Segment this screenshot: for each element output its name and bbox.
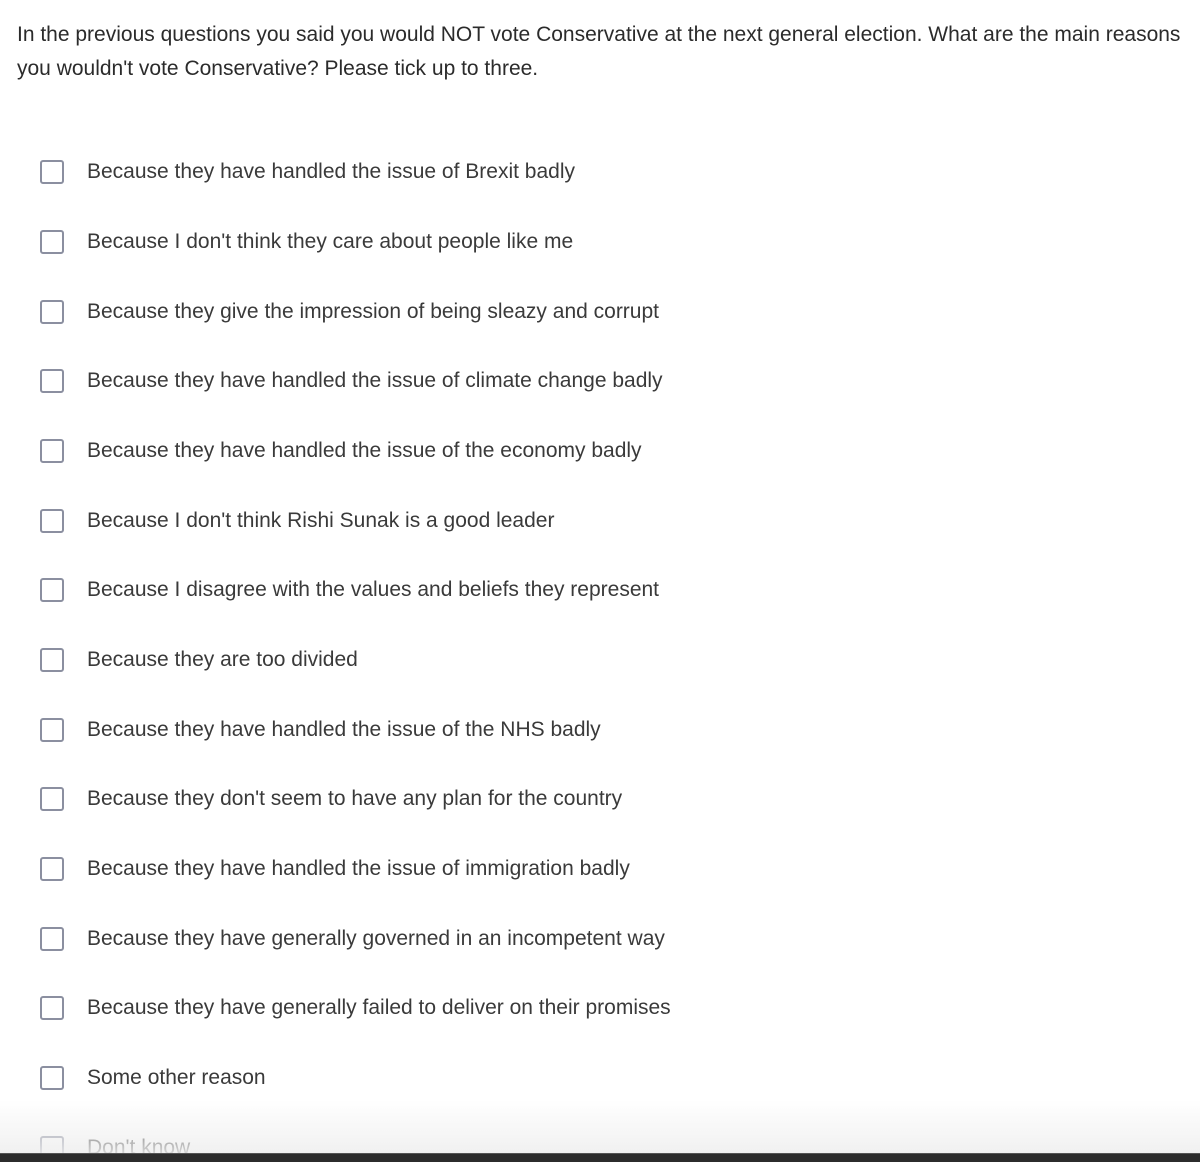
checkbox[interactable]	[40, 648, 64, 672]
checkbox[interactable]	[40, 927, 64, 951]
option-label: Because they have handled the issue of t…	[87, 718, 601, 741]
option-too-divided[interactable]: Because they are too divided	[40, 640, 358, 680]
option-failed-promises[interactable]: Because they have generally failed to de…	[40, 988, 671, 1028]
option-label: Because they have handled the issue of B…	[87, 160, 575, 183]
option-no-plan[interactable]: Because they don't seem to have any plan…	[40, 779, 622, 819]
option-label: Because I don't think Rishi Sunak is a g…	[87, 509, 555, 532]
checkbox[interactable]	[40, 857, 64, 881]
option-incompetent[interactable]: Because they have generally governed in …	[40, 919, 665, 959]
option-label: Because they are too divided	[87, 648, 358, 671]
checkbox[interactable]	[40, 300, 64, 324]
checkbox[interactable]	[40, 160, 64, 184]
option-label: Because they have handled the issue of t…	[87, 439, 642, 462]
option-label: Because they have generally failed to de…	[87, 996, 671, 1019]
checkbox[interactable]	[40, 578, 64, 602]
checkbox[interactable]	[40, 439, 64, 463]
checkbox[interactable]	[40, 996, 64, 1020]
checkbox[interactable]	[40, 1066, 64, 1090]
option-label: Because they give the impression of bein…	[87, 300, 659, 323]
option-brexit[interactable]: Because they have handled the issue of B…	[40, 152, 575, 192]
option-other-reason[interactable]: Some other reason	[40, 1058, 266, 1098]
option-label: Some other reason	[87, 1066, 266, 1089]
checkbox[interactable]	[40, 787, 64, 811]
option-care-about-people[interactable]: Because I don't think they care about pe…	[40, 222, 573, 262]
option-label: Because I disagree with the values and b…	[87, 578, 660, 601]
checkbox[interactable]	[40, 369, 64, 393]
option-dont-know[interactable]: Don't know	[40, 1128, 190, 1168]
option-climate-change[interactable]: Because they have handled the issue of c…	[40, 361, 663, 401]
checkbox[interactable]	[40, 230, 64, 254]
option-values-beliefs[interactable]: Because I disagree with the values and b…	[40, 570, 659, 610]
option-label: Because they have handled the issue of i…	[87, 857, 630, 880]
option-economy[interactable]: Because they have handled the issue of t…	[40, 431, 642, 471]
option-label: Because I don't think they care about pe…	[87, 230, 574, 253]
checkbox[interactable]	[40, 509, 64, 533]
option-sunak-leader[interactable]: Because I don't think Rishi Sunak is a g…	[40, 501, 554, 541]
option-nhs[interactable]: Because they have handled the issue of t…	[40, 710, 601, 750]
option-sleazy-corrupt[interactable]: Because they give the impression of bein…	[40, 292, 659, 332]
question-text: In the previous questions you said you w…	[17, 23, 1181, 80]
option-label: Because they don't seem to have any plan…	[87, 787, 623, 810]
checkbox[interactable]	[40, 718, 64, 742]
option-label: Because they have handled the issue of c…	[87, 369, 663, 392]
option-immigration[interactable]: Because they have handled the issue of i…	[40, 849, 630, 889]
option-label: Because they have generally governed in …	[87, 927, 665, 950]
